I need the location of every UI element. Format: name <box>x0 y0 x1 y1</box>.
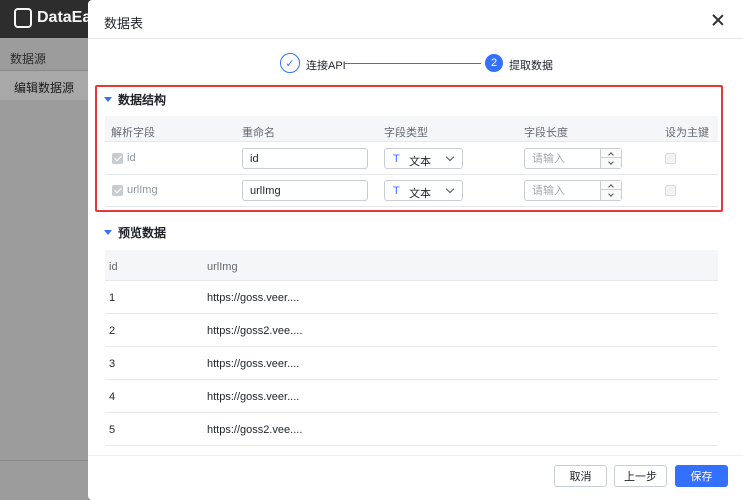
previous-step-button[interactable]: 上一步 <box>614 465 667 487</box>
header-id: id <box>109 261 118 273</box>
field-length-input[interactable] <box>525 149 601 168</box>
close-icon[interactable] <box>710 12 726 28</box>
step-1-label: 连接API <box>306 60 346 72</box>
logo-icon <box>14 8 32 28</box>
cell-id: 5 <box>109 424 116 436</box>
sidebar-item-edit-datasource[interactable]: 编辑数据源 <box>0 70 88 100</box>
field-length-input[interactable] <box>525 181 601 200</box>
rename-input[interactable] <box>242 148 368 169</box>
schema-section-header[interactable]: 数据结构 <box>104 91 166 108</box>
stepper-controls <box>600 149 621 168</box>
datatable-drawer: 数据表 ✓ 连接API 2 提取数据 数据结构 解析字段 重命名 字段类型 字段… <box>88 0 743 500</box>
field-length-stepper[interactable] <box>524 148 622 169</box>
field-name: urlImg <box>127 184 158 196</box>
chevron-down-icon <box>445 152 455 162</box>
preview-section-title: 预览数据 <box>118 226 167 240</box>
step-2-number: 2 <box>485 54 503 72</box>
step-2-label: 提取数据 <box>509 60 553 72</box>
field-length-stepper[interactable] <box>524 180 622 201</box>
sidebar-title: 数据源 <box>10 52 47 66</box>
field-type-value: 文本 <box>409 156 431 168</box>
cancel-button[interactable]: 取消 <box>554 465 607 487</box>
cell-urlimg: https://goss.veer.... <box>207 391 300 403</box>
cell-id: 2 <box>109 325 116 337</box>
schema-row: id T 文本 <box>105 142 718 175</box>
brand-name: DataEa <box>37 9 92 26</box>
footer-divider <box>88 455 743 456</box>
text-type-icon: T <box>393 185 400 197</box>
parse-field-checkbox[interactable] <box>112 185 123 196</box>
increment-icon[interactable] <box>601 181 621 190</box>
cell-urlimg: https://goss2.vee.... <box>207 325 303 337</box>
drawer-title: 数据表 <box>104 16 144 31</box>
header-field-length: 字段长度 <box>524 127 568 139</box>
table-row: 2 https://goss2.vee.... <box>105 314 718 347</box>
header-urlimg: urlImg <box>207 261 238 273</box>
field-type-select[interactable]: T 文本 <box>384 180 463 201</box>
chevron-down-icon <box>445 184 455 194</box>
preview-section-header[interactable]: 预览数据 <box>104 224 166 241</box>
caret-down-icon <box>104 230 112 235</box>
title-divider <box>88 38 743 39</box>
cell-id: 4 <box>109 391 116 403</box>
increment-icon[interactable] <box>601 149 621 158</box>
primary-key-checkbox[interactable] <box>665 153 676 164</box>
text-type-icon: T <box>393 153 400 165</box>
cell-urlimg: https://goss2.vee.... <box>207 424 303 436</box>
sidebar-footer <box>0 460 88 500</box>
schema-row: urlImg T 文本 <box>105 174 718 207</box>
cell-id: 3 <box>109 358 116 370</box>
field-name: id <box>127 152 136 164</box>
header-primary-key: 设为主键 <box>665 127 709 139</box>
table-row: 3 https://goss.veer.... <box>105 347 718 380</box>
decrement-icon[interactable] <box>601 191 621 200</box>
header-rename: 重命名 <box>242 127 275 139</box>
parse-field-checkbox[interactable] <box>112 153 123 164</box>
schema-section-title: 数据结构 <box>118 93 167 107</box>
cell-id: 1 <box>109 292 116 304</box>
app-logo: DataEa <box>14 8 91 28</box>
preview-table-header: id urlImg <box>105 250 718 281</box>
cell-urlimg: https://goss.veer.... <box>207 292 300 304</box>
step-connector <box>344 63 481 64</box>
table-row: 1 https://goss.veer.... <box>105 281 718 314</box>
save-button[interactable]: 保存 <box>675 465 728 487</box>
rename-input[interactable] <box>242 180 368 201</box>
step-1-check-icon: ✓ <box>280 53 300 73</box>
table-row: 5 https://goss2.vee.... <box>105 413 718 446</box>
decrement-icon[interactable] <box>601 159 621 168</box>
table-row: 4 https://goss.veer.... <box>105 380 718 413</box>
header-field-type: 字段类型 <box>384 127 428 139</box>
header-parse-field: 解析字段 <box>111 127 155 139</box>
field-type-select[interactable]: T 文本 <box>384 148 463 169</box>
schema-table-header: 解析字段 重命名 字段类型 字段长度 设为主键 <box>105 116 718 142</box>
cell-urlimg: https://goss.veer.... <box>207 358 300 370</box>
stepper-controls <box>600 181 621 200</box>
field-type-value: 文本 <box>409 188 431 200</box>
app-sidebar: 数据源 编辑数据源 <box>0 38 88 500</box>
primary-key-checkbox[interactable] <box>665 185 676 196</box>
caret-down-icon <box>104 97 112 102</box>
